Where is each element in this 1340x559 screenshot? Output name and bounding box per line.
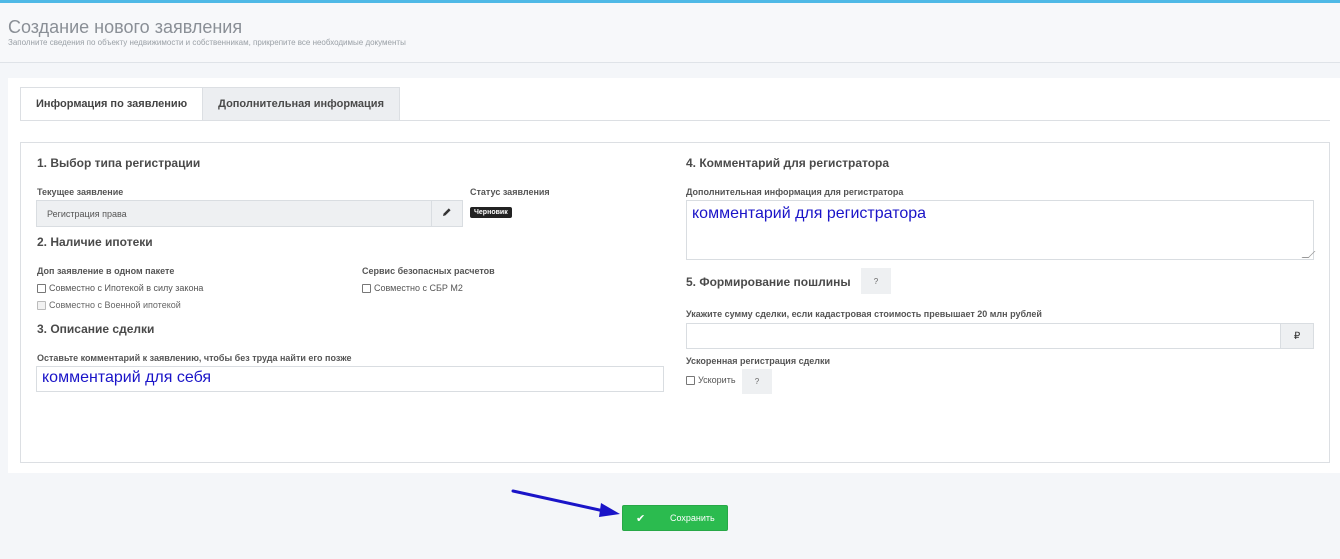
current-application-label: Текущее заявление xyxy=(37,187,124,197)
mortgage-law-checkbox[interactable] xyxy=(37,283,46,293)
pencil-icon xyxy=(442,207,452,220)
package-label: Доп заявление в одном пакете xyxy=(37,266,175,276)
deal-amount-label: Укажите сумму сделки, если кадастровая с… xyxy=(686,309,1042,319)
sbr-checkbox[interactable] xyxy=(362,283,371,293)
sbr-label: Совместно с СБР М2 xyxy=(374,283,463,293)
fast-registration-text: Ускорить xyxy=(698,375,736,385)
status-label: Статус заявления xyxy=(470,187,550,197)
status-badge: Черновик xyxy=(470,207,512,218)
tab-bar: Информация по заявлению Дополнительная и… xyxy=(20,87,400,121)
ruble-icon: ₽ xyxy=(1281,323,1314,349)
deal-comment-input[interactable]: комментарий для себя xyxy=(36,366,664,392)
resize-handle[interactable] xyxy=(1301,251,1316,258)
mortgage-law-label: Совместно с Ипотекой в силу закона xyxy=(49,283,204,293)
page-header: Создание нового заявления Заполните свед… xyxy=(0,3,1340,63)
annotation-arrow-icon xyxy=(511,489,620,517)
tab-application-info[interactable]: Информация по заявлению xyxy=(20,87,204,121)
sbr-option[interactable]: Совместно с СБР М2 xyxy=(362,283,463,293)
deal-comment-label: Оставьте комментарий к заявлению, чтобы … xyxy=(37,353,352,363)
section3-title: 3. Описание сделки xyxy=(37,322,155,336)
checkmark-icon: ✔ xyxy=(636,512,646,525)
registrar-info-label: Дополнительная информация для регистрато… xyxy=(686,187,904,197)
page-subtitle: Заполните сведения по объекту недвижимос… xyxy=(8,38,406,47)
page-title: Создание нового заявления xyxy=(8,17,243,37)
fast-registration-help-button[interactable]: ? xyxy=(742,369,772,394)
fast-registration-checkbox[interactable] xyxy=(686,375,695,385)
duty-help-button[interactable]: ? xyxy=(861,268,891,294)
current-application-value: Регистрация права xyxy=(36,200,432,227)
fast-registration-option[interactable]: Ускорить xyxy=(686,375,736,385)
section4-title: 4. Комментарий для регистратора xyxy=(686,156,890,170)
military-mortgage-checkbox xyxy=(37,300,46,310)
tab-content: 1. Выбор типа регистрации Текущее заявле… xyxy=(20,142,1330,463)
military-mortgage-label: Совместно с Военной ипотекой xyxy=(49,300,181,310)
save-button[interactable]: ✔ Сохранить xyxy=(622,505,728,531)
section5-title: 5. Формирование пошлины xyxy=(686,275,851,289)
tab-additional-info[interactable]: Дополнительная информация xyxy=(202,87,400,121)
current-application-field: Регистрация права xyxy=(36,200,463,227)
registrar-comment-text: комментарий для регистратора xyxy=(692,205,927,222)
save-button-label: Сохранить xyxy=(670,513,715,523)
edit-button[interactable] xyxy=(432,200,463,227)
mortgage-law-option[interactable]: Совместно с Ипотекой в силу закона xyxy=(37,283,203,293)
safe-payments-label: Сервис безопасных расчетов xyxy=(362,266,495,276)
tabs-divider xyxy=(20,120,1330,121)
military-mortgage-option: Совместно с Военной ипотекой xyxy=(37,300,181,310)
section1-title: 1. Выбор типа регистрации xyxy=(37,156,201,170)
deal-amount-input[interactable] xyxy=(686,323,1281,349)
deal-amount-group: ₽ xyxy=(686,323,1314,349)
application-form-panel: Информация по заявлению Дополнительная и… xyxy=(8,78,1340,473)
fast-registration-label: Ускоренная регистрация сделки xyxy=(686,356,831,366)
registrar-comment-textarea[interactable]: комментарий для регистратора xyxy=(686,200,1316,260)
section2-title: 2. Наличие ипотеки xyxy=(37,235,153,249)
